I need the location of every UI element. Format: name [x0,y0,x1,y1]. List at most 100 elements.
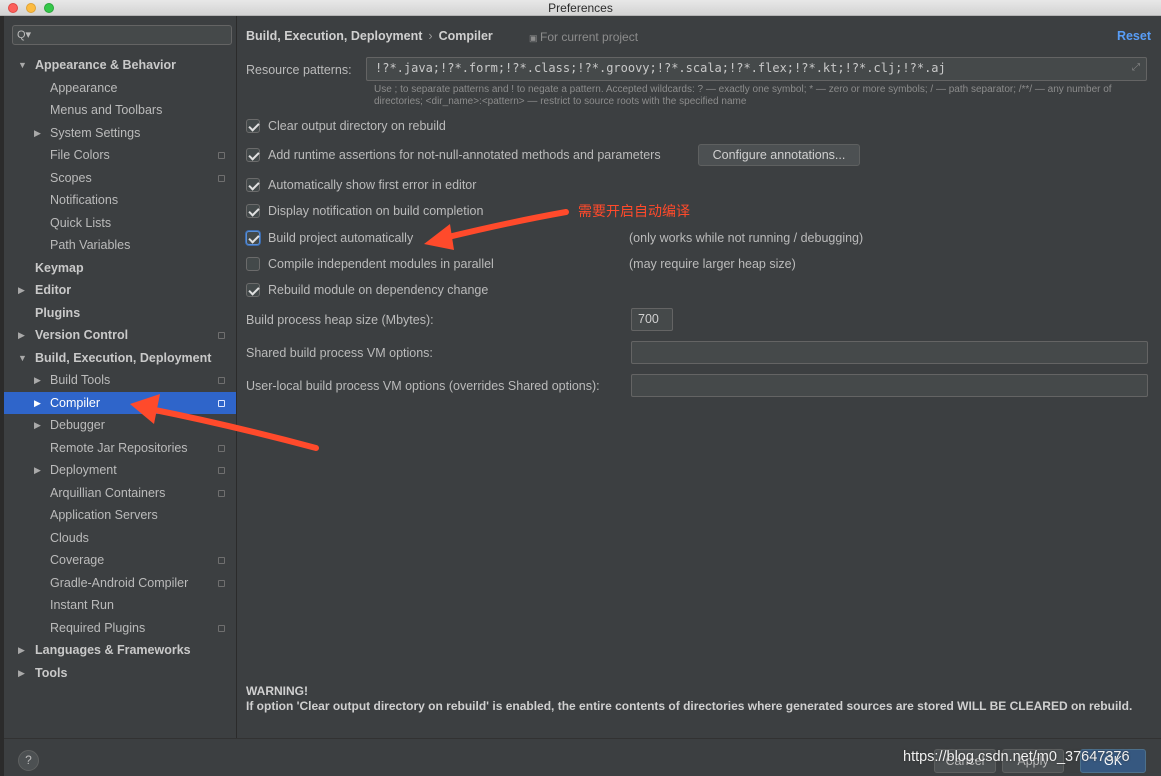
chevron-right-icon[interactable]: ▶ [34,122,41,145]
sidebar-item-path-variables[interactable]: Path Variables [4,234,236,257]
rebuild-module-option[interactable]: Rebuild module on dependency change [246,280,488,300]
sidebar-item-gradle-android-compiler[interactable]: Gradle-Android Compiler [4,572,236,595]
sidebar-item-label: Build, Execution, Deployment [35,350,212,365]
project-scope-icon [218,444,225,452]
show-first-error-option[interactable]: Automatically show first error in editor [246,175,476,195]
sidebar-item-label: Gradle-Android Compiler [50,575,189,590]
chevron-right-icon[interactable]: ▶ [34,369,41,392]
expand-icon[interactable]: ⤢ [1132,62,1140,73]
sidebar-item-label: Languages & Frameworks [35,643,191,657]
display-notification-option[interactable]: Display notification on build completion [246,201,483,221]
window-title: Preferences [548,1,613,15]
sidebar-item-label: Instant Run [50,598,114,612]
sidebar-item-coverage[interactable]: Coverage [4,549,236,572]
sidebar-item-required-plugins[interactable]: Required Plugins [4,617,236,640]
sidebar-item-tools[interactable]: ▶ Tools [4,662,236,685]
chevron-down-icon[interactable]: ▼ [18,54,27,77]
chevron-right-icon[interactable]: ▶ [34,459,41,482]
chevron-right-icon[interactable]: ▶ [18,662,25,685]
sidebar-item-label: Tools [35,665,68,680]
sidebar-item-build-execution-deployment[interactable]: ▼ Build, Execution, Deployment [4,347,236,370]
sidebar-item-notifications[interactable]: Notifications [4,189,236,212]
sidebar-item-remote-jar-repositories[interactable]: Remote Jar Repositories [4,437,236,460]
heap-size-input[interactable]: 700 [631,308,673,331]
sidebar-item-instant-run[interactable]: Instant Run [4,594,236,617]
sidebar-item-label: Coverage [50,553,105,567]
breadcrumb-page: Compiler [438,29,493,43]
sidebar-item-editor[interactable]: ▶ Editor [4,279,236,302]
sidebar-item-label: Deployment [50,463,117,477]
sidebar-item-label: Appearance & Behavior [35,58,177,72]
sidebar-item-arquillian-containers[interactable]: Arquillian Containers [4,482,236,505]
sidebar-item-label: Quick Lists [50,215,112,230]
chevron-down-icon[interactable]: ▼ [18,347,27,370]
compile-parallel-option[interactable]: Compile independent modules in parallel [246,254,494,274]
sidebar-item-keymap[interactable]: Keymap [4,257,236,280]
sidebar-item-label: Menus and Toolbars [50,103,163,117]
show-first-error-label: Automatically show first error in editor [268,178,477,192]
breadcrumb: Build, Execution, Deployment › Compiler [246,29,493,43]
project-scope-icon [218,489,225,497]
warning-text: If option 'Clear output directory on reb… [246,699,1133,713]
chevron-right-icon[interactable]: ▶ [18,324,25,347]
scope-note: ▣ For current project [529,30,638,44]
sidebar-item-menus-and-toolbars[interactable]: Menus and Toolbars [4,99,236,122]
sidebar-item-compiler[interactable]: ▶ Compiler [4,391,236,415]
runtime-assertions-option[interactable]: Add runtime assertions for not-null-anno… [246,145,661,165]
sidebar-item-application-servers[interactable]: Application Servers [4,504,236,527]
sidebar-item-label: Editor [35,283,72,297]
sidebar-item-debugger[interactable]: ▶ Debugger [4,414,236,437]
rebuild-module-checkbox[interactable] [246,283,260,297]
chevron-right-icon[interactable]: ▶ [34,392,41,415]
sidebar-item-system-settings[interactable]: ▶ System Settings [4,122,236,145]
build-automatically-option[interactable]: Build project automatically [246,228,413,248]
sidebar-item-file-colors[interactable]: File Colors [4,144,236,167]
resource-patterns-help: Use ; to separate patterns and ! to nega… [374,84,1112,107]
sidebar-item-deployment[interactable]: ▶ Deployment [4,459,236,482]
resource-patterns-input[interactable]: !?*.java;!?*.form;!?*.class;!?*.groovy;!… [366,57,1147,81]
help-button[interactable]: ? [18,750,39,771]
sidebar-item-version-control[interactable]: ▶ Version Control [4,324,236,347]
search-icon: Q▾ [17,29,32,41]
window-title-bar: Preferences [0,0,1161,16]
display-notification-checkbox[interactable] [246,204,260,218]
sidebar-item-appearance-behavior[interactable]: ▼ Appearance & Behavior [4,54,236,77]
sidebar-item-quick-lists[interactable]: Quick Lists [4,212,236,235]
user-local-vm-options-input[interactable] [631,374,1148,397]
sidebar-item-label: Notifications [50,193,119,207]
settings-search-input[interactable]: Q▾ [12,25,232,45]
shared-vm-options-input[interactable] [631,341,1148,364]
heap-size-label: Build process heap size (Mbytes): [246,313,434,327]
chevron-right-icon[interactable]: ▶ [18,279,25,302]
breadcrumb-section[interactable]: Build, Execution, Deployment [246,29,422,43]
project-scope-icon: ▣ [529,33,541,43]
sidebar-item-label: Required Plugins [50,620,146,635]
sidebar-item-label: Arquillian Containers [50,485,166,500]
sidebar-item-label: Application Servers [50,508,158,522]
sidebar-item-label: Keymap [35,260,84,275]
configure-annotations-button[interactable]: Configure annotations... [698,144,860,166]
sidebar-item-label: Path Variables [50,238,131,252]
sidebar-item-plugins[interactable]: Plugins [4,302,236,325]
show-first-error-checkbox[interactable] [246,178,260,192]
sidebar-item-scopes[interactable]: Scopes [4,167,236,190]
sidebar-item-label: File Colors [50,148,110,162]
clear-output-checkbox[interactable] [246,119,260,133]
sidebar-item-clouds[interactable]: Clouds [4,527,236,550]
chevron-right-icon[interactable]: ▶ [34,414,41,437]
watermark-url: https://blog.csdn.net/m0_37647376 [903,749,1130,765]
sidebar-item-languages-frameworks[interactable]: ▶ Languages & Frameworks [4,639,236,662]
clear-output-option[interactable]: Clear output directory on rebuild [246,116,446,136]
chevron-right-icon[interactable]: ▶ [18,639,25,662]
build-automatically-checkbox[interactable] [246,231,260,245]
shared-vm-options-label: Shared build process VM options: [246,346,433,360]
sidebar-item-label: Scopes [50,170,92,185]
project-scope-icon [218,557,225,564]
reset-link[interactable]: Reset [1117,29,1151,43]
project-scope-icon [218,467,225,474]
compile-parallel-checkbox[interactable] [246,257,260,271]
sidebar-item-build-tools[interactable]: ▶ Build Tools [4,369,236,392]
sidebar-item-appearance[interactable]: Appearance [4,77,236,100]
runtime-assertions-checkbox[interactable] [246,148,260,162]
sidebar-item-label: Plugins [35,305,81,320]
